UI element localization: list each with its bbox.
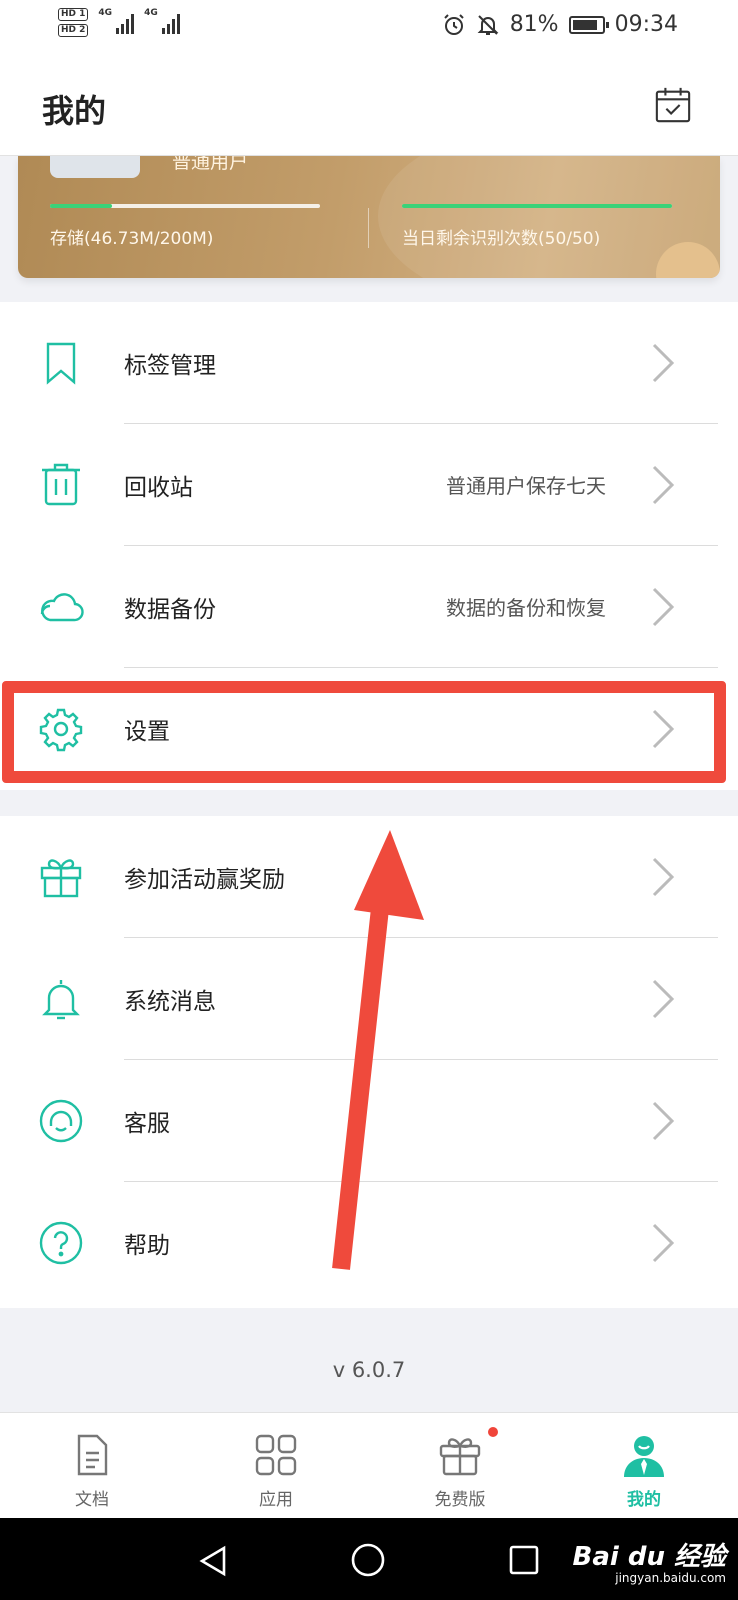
clock: 09:34 bbox=[614, 12, 678, 37]
page-title: 我的 bbox=[42, 92, 107, 130]
bookmark-icon bbox=[46, 342, 76, 385]
menu-item-label: 系统消息 bbox=[124, 989, 216, 1015]
bottom-tab-bar: 文档 应用 免费版 我的 bbox=[0, 1412, 738, 1518]
battery-percent: 81% bbox=[509, 12, 559, 37]
storage-progress-fill bbox=[50, 204, 113, 208]
signal-1-icon: 4G bbox=[98, 8, 135, 34]
tab-mine[interactable]: 我的 bbox=[552, 1413, 736, 1519]
chevron-right-icon bbox=[652, 857, 675, 897]
menu-item-label: 客服 bbox=[124, 1111, 170, 1137]
recognition-label: 当日剩余识别次数(50/50) bbox=[402, 229, 601, 249]
menu-item-label: 标签管理 bbox=[124, 353, 216, 379]
network-2-type: 4G bbox=[144, 8, 158, 18]
chevron-right-icon bbox=[652, 1223, 675, 1263]
trash-icon bbox=[42, 463, 80, 506]
signal-2-icon: 4G bbox=[144, 8, 180, 34]
storage-progress-bar bbox=[50, 204, 320, 208]
app-header: 我的 bbox=[0, 56, 738, 156]
annotation-arrow-icon bbox=[332, 830, 424, 1270]
bell-icon bbox=[42, 980, 80, 1020]
avatar[interactable] bbox=[50, 156, 140, 178]
home-icon[interactable] bbox=[350, 1542, 386, 1578]
alarm-icon bbox=[443, 13, 464, 35]
cloud-icon bbox=[40, 593, 84, 622]
back-icon[interactable] bbox=[196, 1544, 230, 1578]
hd2-badge: HD 2 bbox=[58, 24, 89, 37]
headset-icon bbox=[39, 1099, 83, 1143]
document-icon bbox=[77, 1434, 108, 1476]
member-card-area: 普通用户 存储(46.73M/200M) 当日剩余识别次数(50/50) bbox=[0, 156, 738, 302]
member-card[interactable]: 普通用户 存储(46.73M/200M) 当日剩余识别次数(50/50) bbox=[18, 156, 720, 278]
user-type-label: 普通用户 bbox=[172, 156, 249, 173]
tab-label: 免费版 bbox=[434, 1490, 486, 1510]
status-right: 81% 09:34 bbox=[442, 12, 678, 37]
apps-grid-icon bbox=[255, 1434, 297, 1476]
menu-item-subtitle: 普通用户保存七天 bbox=[446, 474, 606, 498]
hd1-badge: HD 1 bbox=[58, 8, 89, 21]
recognition-progress-bar bbox=[402, 204, 672, 208]
chevron-right-icon bbox=[652, 1101, 675, 1141]
menu-item-tag-management[interactable]: 标签管理 bbox=[0, 302, 738, 424]
watermark-url: jingyan.baidu.com bbox=[615, 1571, 726, 1585]
tab-free-version[interactable]: 免费版 bbox=[368, 1413, 552, 1519]
gift-box-icon bbox=[439, 1438, 481, 1476]
tab-label: 文档 bbox=[75, 1490, 109, 1510]
menu-item-label: 帮助 bbox=[124, 1233, 170, 1259]
recents-icon[interactable] bbox=[508, 1544, 540, 1576]
tab-documents[interactable]: 文档 bbox=[0, 1413, 184, 1519]
notification-badge bbox=[488, 1427, 498, 1437]
menu-item-label: 参加活动赢奖励 bbox=[124, 867, 285, 893]
chevron-right-icon bbox=[652, 587, 675, 627]
app-version: v 6.0.7 bbox=[332, 1358, 406, 1382]
battery-icon bbox=[568, 15, 609, 34]
chevron-right-icon bbox=[652, 979, 675, 1019]
annotation-highlight-box bbox=[2, 681, 726, 783]
gift-icon bbox=[40, 859, 82, 898]
tab-label: 应用 bbox=[259, 1490, 293, 1510]
watermark: Bai du 经验 jingyan.baidu.com bbox=[573, 1536, 727, 1585]
menu-item-subtitle: 数据的备份和恢复 bbox=[446, 596, 606, 620]
tab-apps[interactable]: 应用 bbox=[184, 1413, 368, 1519]
menu-item-label: 数据备份 bbox=[124, 597, 216, 623]
watermark-brand: Bai du 经验 bbox=[572, 1542, 727, 1572]
tab-label: 我的 bbox=[627, 1490, 661, 1510]
menu-item-recycle-bin[interactable]: 回收站 普通用户保存七天 bbox=[0, 424, 738, 546]
storage-label: 存储(46.73M/200M) bbox=[50, 229, 214, 249]
status-bar: HD 1 HD 2 4G 4G 81% 09:34 bbox=[0, 0, 738, 56]
network-1-type: 4G bbox=[98, 8, 113, 18]
card-divider bbox=[368, 208, 369, 248]
calendar-check-icon[interactable] bbox=[654, 86, 692, 124]
recognition-progress-fill bbox=[402, 204, 672, 208]
chevron-right-icon bbox=[652, 465, 675, 505]
signal-indicators: HD 1 HD 2 4G 4G bbox=[58, 8, 180, 37]
menu-item-label: 回收站 bbox=[124, 475, 193, 501]
mute-bell-icon bbox=[477, 14, 499, 35]
menu-item-data-backup[interactable]: 数据备份 数据的备份和恢复 bbox=[0, 546, 738, 668]
system-navigation-bar: Bai du 经验 jingyan.baidu.com bbox=[0, 1518, 738, 1600]
person-icon bbox=[624, 1436, 664, 1477]
chevron-right-icon bbox=[652, 343, 675, 383]
help-icon bbox=[39, 1221, 83, 1265]
